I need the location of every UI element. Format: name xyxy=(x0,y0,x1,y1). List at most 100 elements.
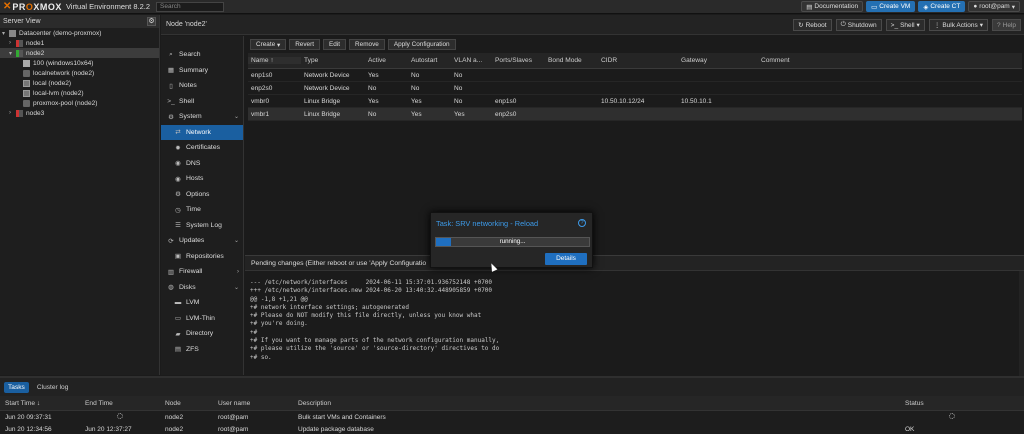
table-row[interactable]: vmbr0 Linux Bridge Yes Yes No enp1s0 10.50.10.… xyxy=(248,95,1022,108)
tree-item-local-lvm[interactable]: local-lvm (node2) xyxy=(0,88,159,98)
nav-dns[interactable]: ◉ DNS xyxy=(161,156,243,172)
server-view-header[interactable]: Server View ⚙ xyxy=(0,15,159,28)
shield-icon: ▥ xyxy=(167,268,175,276)
nav-lvm-thin[interactable]: ▭ LVM-Thin xyxy=(161,311,243,327)
tree-item-node1[interactable]: › node1 xyxy=(0,38,159,48)
shutdown-button[interactable]: ⏻ Shutdown xyxy=(835,19,882,31)
nav-zfs[interactable]: ▤ ZFS xyxy=(161,342,243,358)
nav-lvm[interactable]: ▬ LVM xyxy=(161,295,243,311)
create-ct-button[interactable]: ◈ Create CT xyxy=(918,1,966,12)
dialog-title: Task: SRV networking - Reload xyxy=(436,218,539,228)
expand-icon[interactable]: › xyxy=(9,110,16,116)
column-header[interactable]: Start Time ↓ xyxy=(0,400,80,407)
version-label: Virtual Environment 8.2.2 xyxy=(65,2,151,11)
logo-x-icon: ✕ xyxy=(3,1,12,12)
apply-configuration-button[interactable]: Apply Configuration xyxy=(387,39,456,50)
tree-item-datacenter[interactable]: ▾ Datacenter (demo-proxmox) xyxy=(0,28,159,38)
reboot-button[interactable]: ↻ Reboot xyxy=(793,19,832,31)
page-title: Node 'node2' xyxy=(166,21,207,28)
nav-disks[interactable]: ◍ Disks ⌄ xyxy=(161,280,243,296)
nav-notes[interactable]: ▯ Notes xyxy=(161,78,243,94)
column-header[interactable]: Bond Mode xyxy=(545,57,598,64)
book-icon: ▤ xyxy=(806,3,813,11)
tree-item-local[interactable]: local (node2) xyxy=(0,78,159,88)
pending-changes-title: Pending changes (Either reboot or use 'A… xyxy=(245,256,1024,271)
nav-repositories[interactable]: ▣ Repositories xyxy=(161,249,243,265)
column-header[interactable]: User name xyxy=(213,400,293,407)
column-header[interactable]: Node xyxy=(160,400,213,407)
shell-button[interactable]: >_ Shell ▾ xyxy=(885,19,925,31)
create-vm-button[interactable]: ▭ Create VM xyxy=(866,1,916,12)
spinner-icon xyxy=(949,413,955,419)
disk-icon: ◍ xyxy=(168,284,174,292)
help-button[interactable]: ? Help xyxy=(992,19,1021,31)
nav-network[interactable]: ⇄ Network xyxy=(161,124,243,140)
nav-updates[interactable]: ⟳ Updates ⌄ xyxy=(161,233,243,249)
edit-button[interactable]: Edit xyxy=(323,39,347,50)
chevron-down-icon: ▾ xyxy=(979,22,983,29)
tab-cluster-log[interactable]: Cluster log xyxy=(33,382,73,393)
bulk-actions-button[interactable]: ⋮ Bulk Actions ▾ xyxy=(928,19,988,31)
nav-certificates[interactable]: ✹ Certificates xyxy=(161,140,243,156)
tab-tasks[interactable]: Tasks xyxy=(4,381,29,393)
network-toolbar: Create ▾ Revert Edit Remove Apply Config… xyxy=(245,36,1024,53)
column-header[interactable]: CIDR xyxy=(598,57,678,64)
column-header[interactable]: VLAN a... xyxy=(451,57,492,64)
search-icon: ⌕ xyxy=(169,50,173,58)
chevron-right-icon: › xyxy=(237,268,239,275)
column-header[interactable]: Comment xyxy=(758,57,958,64)
tree-item-node3[interactable]: › node3 xyxy=(0,108,159,118)
details-button[interactable]: Details xyxy=(545,253,587,265)
nav-time[interactable]: ◷ Time xyxy=(161,202,243,218)
bulk-icon: ⋮ xyxy=(933,22,941,29)
column-header[interactable]: Autostart xyxy=(408,57,451,64)
scrollbar[interactable] xyxy=(1019,271,1024,376)
documentation-button[interactable]: ▤ Documentation xyxy=(801,1,864,12)
tree-item-vm-100[interactable]: 100 (windows10x64) xyxy=(0,58,159,68)
column-header[interactable]: End Time xyxy=(80,400,160,407)
column-header[interactable]: Description xyxy=(293,400,900,407)
node-icon xyxy=(16,49,23,57)
user-menu-button[interactable]: ● root@pam ▾ xyxy=(968,1,1020,12)
collapse-icon[interactable]: ▾ xyxy=(2,30,9,37)
expand-icon[interactable]: › xyxy=(9,40,16,46)
table-row[interactable]: vmbr1 Linux Bridge No Yes Yes enp2s0 xyxy=(248,108,1022,121)
progress-bar: running... xyxy=(435,237,590,247)
revert-button[interactable]: Revert xyxy=(289,39,321,50)
nav-shell[interactable]: >_ Shell xyxy=(161,94,243,110)
search-input[interactable]: Search xyxy=(156,1,225,12)
lvm-icon: ▭ xyxy=(174,315,182,323)
collapse-icon[interactable]: ▾ xyxy=(9,50,16,57)
help-icon[interactable]: ? xyxy=(578,219,586,227)
tree-item-proxmox-pool[interactable]: proxmox-pool (node2) xyxy=(0,98,159,108)
nav-options[interactable]: ⚙ Options xyxy=(161,187,243,203)
help-icon: ? xyxy=(997,21,1001,29)
tree-item-node2[interactable]: ▾ node2 xyxy=(0,48,159,58)
table-row[interactable]: Jun 20 12:34:56 Jun 20 12:37:27 node2 ro… xyxy=(0,423,1024,434)
column-header[interactable]: Type xyxy=(301,57,365,64)
vm-icon xyxy=(23,59,30,67)
table-row[interactable]: enp2s0 Network Device No No No xyxy=(248,82,1022,95)
server-view-tree: Server View ⚙ ▾ Datacenter (demo-proxmox)… xyxy=(0,15,160,375)
column-header[interactable]: Status xyxy=(900,400,1018,407)
nav-firewall[interactable]: ▥ Firewall › xyxy=(161,264,243,280)
column-header[interactable]: Active xyxy=(365,57,408,64)
table-row[interactable]: enp1s0 Network Device Yes No No xyxy=(248,69,1022,82)
tree-item-localnetwork[interactable]: localnetwork (node2) xyxy=(0,68,159,78)
nav-summary[interactable]: ▦ Summary xyxy=(161,63,243,79)
table-row[interactable]: Jun 20 09:37:31 node2 root@pam Bulk star… xyxy=(0,411,1024,423)
nav-search[interactable]: ⌕ Search xyxy=(161,47,243,63)
gear-icon[interactable]: ⚙ xyxy=(147,17,156,26)
remove-button[interactable]: Remove xyxy=(349,39,385,50)
column-header[interactable]: Name ↑ xyxy=(248,57,301,64)
create-button[interactable]: Create ▾ xyxy=(250,39,287,50)
nav-system[interactable]: ⚙ System ⌄ xyxy=(161,109,243,125)
column-header[interactable]: Ports/Slaves xyxy=(492,57,545,64)
nav-system-log[interactable]: ☰ System Log xyxy=(161,218,243,234)
proxmox-logo[interactable]: ✕ PROXMOX xyxy=(0,0,62,14)
column-header[interactable]: Gateway xyxy=(678,57,758,64)
nav-hosts[interactable]: ◉ Hosts xyxy=(161,171,243,187)
logo-wordmark: PROXMOX xyxy=(12,1,62,12)
certificate-icon: ✹ xyxy=(175,144,181,152)
nav-directory[interactable]: ▰ Directory xyxy=(161,326,243,342)
